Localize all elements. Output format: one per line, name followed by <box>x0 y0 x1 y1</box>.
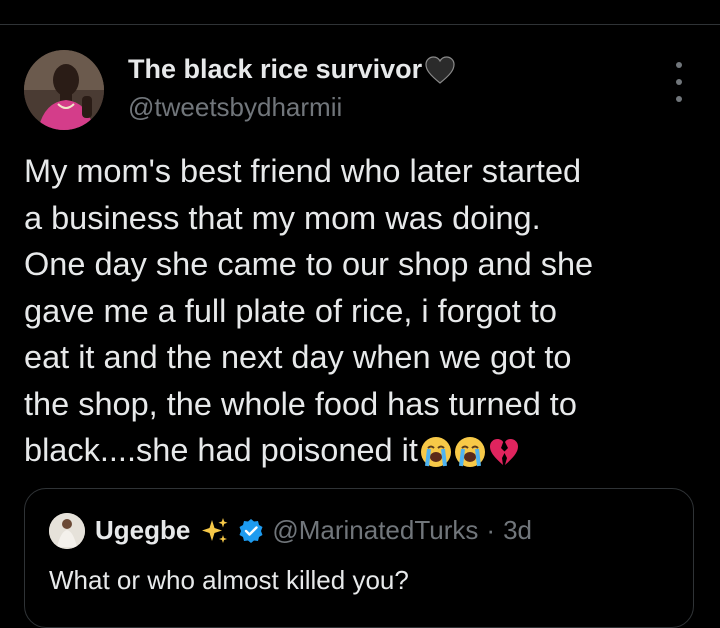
quoted-avatar-photo <box>49 513 85 549</box>
more-dot <box>676 96 682 102</box>
broken-heart-icon <box>489 439 518 466</box>
quoted-tweet-text: What or who almost killed you? <box>49 565 409 595</box>
header-separator: · <box>486 515 496 545</box>
tweet-text-body: My mom's best friend who later started a… <box>24 153 594 468</box>
author-display-name[interactable]: The black rice survivor <box>128 54 456 85</box>
top-divider <box>0 24 720 25</box>
author-avatar[interactable] <box>24 50 104 130</box>
quoted-timestamp[interactable]: 3d <box>503 515 532 546</box>
black-heart-icon <box>425 55 455 84</box>
quoted-author-handle[interactable]: @MarinatedTurks <box>272 515 478 546</box>
loudly-crying-face-icon <box>454 437 485 468</box>
quoted-author-name[interactable]: Ugegbe <box>95 515 190 546</box>
more-dot <box>676 62 682 68</box>
sparkles-icon <box>202 517 228 543</box>
author-handle[interactable]: @tweetsbydharmii <box>128 92 342 123</box>
quoted-author-avatar[interactable] <box>49 513 85 549</box>
more-vertical-icon[interactable] <box>664 62 694 102</box>
verified-badge-icon[interactable] <box>238 518 264 544</box>
quoted-author-header: Ugegbe @MarinatedTurks · 3d <box>95 515 532 546</box>
more-dot <box>676 79 682 85</box>
tweet-emoji-row <box>420 436 520 468</box>
author-name-text[interactable]: The black rice survivor <box>128 54 422 85</box>
quoted-tweet-card[interactable]: Ugegbe @MarinatedTurks · 3d What or who … <box>24 488 694 628</box>
loudly-crying-face-icon <box>420 437 451 468</box>
tweet-text: My mom's best friend who later started a… <box>24 148 714 474</box>
avatar-photo <box>24 50 104 130</box>
